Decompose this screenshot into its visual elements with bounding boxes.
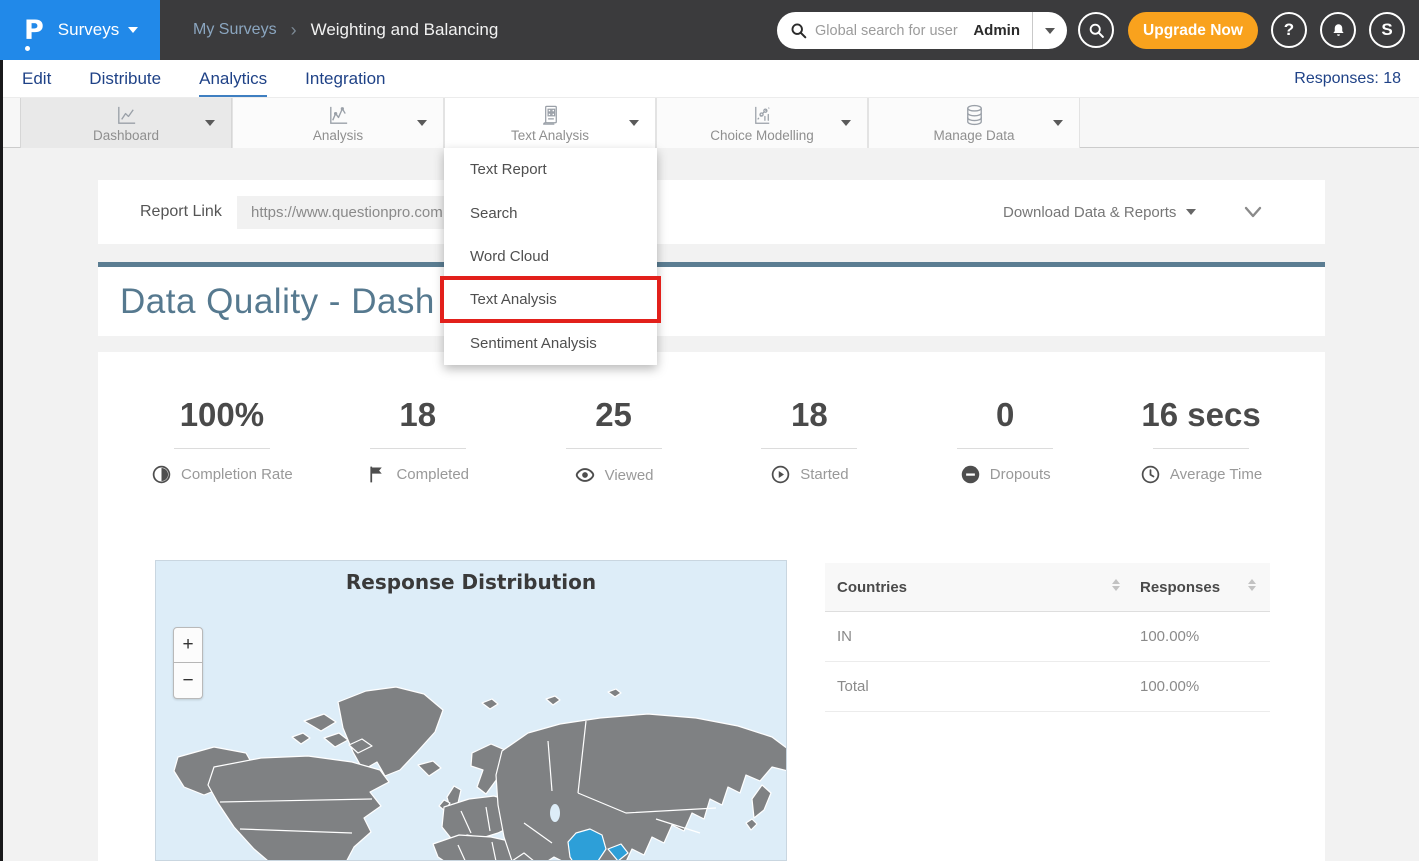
user-avatar[interactable]: S	[1369, 12, 1405, 48]
stat-completion-rate: 100% Completion Rate	[124, 394, 320, 486]
responses-total-value: 100.00%	[1140, 678, 1270, 695]
report-link-card: Report Link https://www.questionpro.com …	[98, 180, 1325, 244]
tool-tab-text-analysis[interactable]: Text Analysis	[444, 98, 656, 148]
caret-down-icon	[1053, 120, 1063, 126]
column-header-responses: Responses	[1140, 579, 1220, 596]
tab-edit[interactable]: Edit	[22, 60, 51, 97]
region-asia	[496, 714, 787, 861]
page-title: Data Quality - Dash	[120, 267, 435, 336]
countries-table-header: Countries Responses	[825, 563, 1270, 612]
play-icon	[770, 464, 791, 485]
caret-down-icon	[629, 120, 639, 126]
stats-row: 100% Completion Rate 18 Completed 25	[124, 394, 1299, 486]
tab-integration[interactable]: Integration	[305, 60, 385, 97]
download-data-reports-dropdown[interactable]: Download Data & Reports	[1003, 180, 1196, 244]
app-screen: P Surveys My Surveys › Weighting and Bal…	[0, 0, 1419, 861]
question-mark-icon: ?	[1284, 20, 1294, 40]
map-zoom-controls: + −	[173, 627, 203, 699]
header-search-button[interactable]	[1078, 12, 1114, 48]
text-report-icon	[445, 103, 655, 128]
breadcrumb-my-surveys[interactable]: My Surveys	[193, 21, 277, 39]
eye-icon	[574, 464, 596, 486]
flag-icon	[366, 464, 387, 485]
minus-icon	[960, 464, 981, 485]
response-distribution-map: Response Distribution + −	[155, 560, 787, 861]
search-scope-dropdown[interactable]	[1033, 28, 1067, 34]
table-row: IN 100.00%	[825, 612, 1270, 662]
clock-icon	[1140, 464, 1161, 485]
caret-down-icon	[841, 120, 851, 126]
global-search-bar: Admin	[777, 12, 1067, 49]
stat-viewed: 25 Viewed	[516, 394, 712, 486]
search-icon	[790, 22, 807, 39]
column-header-countries: Countries	[837, 579, 907, 596]
responses-count: Responses: 18	[1294, 60, 1401, 97]
text-analysis-menu: Text Report Search Word Cloud Text Analy…	[444, 148, 657, 365]
sort-icon[interactable]	[1110, 578, 1122, 596]
breadcrumb-separator-icon: ›	[291, 20, 297, 41]
caret-down-icon	[128, 27, 138, 33]
upgrade-now-button[interactable]: Upgrade Now	[1128, 12, 1258, 49]
menu-item-search[interactable]: Search	[444, 191, 657, 234]
countries-table: Countries Responses IN 100.00% Total	[825, 563, 1270, 712]
tool-tab-analysis[interactable]: Analysis	[232, 98, 444, 148]
country-japan	[752, 785, 771, 818]
avatar-letter: S	[1381, 20, 1392, 40]
stat-average-time: 16 secs Average Time	[1103, 394, 1299, 486]
breadcrumb: My Surveys › Weighting and Balancing	[193, 0, 498, 60]
country-code: IN	[837, 628, 852, 645]
product-menu-label: Surveys	[58, 20, 119, 40]
stat-completed: 18 Completed	[320, 394, 516, 486]
region-north-america	[208, 756, 389, 861]
surveys-product-menu[interactable]: P Surveys	[0, 0, 160, 60]
database-icon	[869, 103, 1079, 128]
report-link-label: Report Link	[140, 180, 222, 244]
tab-distribute[interactable]: Distribute	[89, 60, 161, 97]
stat-dropouts: 0 Dropouts	[907, 394, 1103, 486]
stat-started: 18 Started	[711, 394, 907, 486]
table-row-total: Total 100.00%	[825, 662, 1270, 712]
map-zoom-in-button[interactable]: +	[173, 627, 203, 663]
caret-down-icon	[1186, 209, 1196, 215]
tool-tab-dashboard[interactable]: Dashboard	[20, 98, 232, 148]
caret-down-icon	[1045, 28, 1055, 34]
analysis-chart-icon	[233, 103, 443, 128]
caret-down-icon	[417, 120, 427, 126]
tool-tab-manage-data[interactable]: Manage Data	[868, 98, 1080, 148]
dashboard-chart-icon	[21, 103, 231, 128]
map-zoom-out-button[interactable]: −	[173, 663, 203, 699]
tab-analytics[interactable]: Analytics	[199, 60, 267, 97]
caret-down-icon	[205, 120, 215, 126]
survey-nav: Edit Distribute Analytics Integration Re…	[0, 60, 1419, 97]
sort-icon[interactable]	[1246, 578, 1270, 596]
map-title: Response Distribution	[156, 570, 786, 594]
top-header: P Surveys My Surveys › Weighting and Bal…	[0, 0, 1419, 60]
analytics-toolbar: Dashboard Analysis Text Analysis Choice …	[0, 97, 1419, 148]
menu-item-text-report[interactable]: Text Report	[444, 148, 657, 191]
collapsed-sidebar-strip	[0, 60, 3, 861]
menu-item-sentiment-analysis[interactable]: Sentiment Analysis	[444, 322, 657, 365]
responses-value: 100.00%	[1140, 628, 1270, 645]
total-label: Total	[837, 678, 869, 695]
world-map[interactable]	[156, 561, 787, 861]
choice-modelling-icon	[657, 103, 867, 128]
menu-item-text-analysis[interactable]: Text Analysis	[444, 278, 657, 321]
tool-tab-choice-modelling[interactable]: Choice Modelling	[656, 98, 868, 148]
global-search-input[interactable]	[807, 23, 973, 39]
notifications-button[interactable]	[1320, 12, 1356, 48]
help-button[interactable]: ?	[1271, 12, 1307, 48]
page-title-card: Data Quality - Dash	[98, 267, 1325, 336]
questionpro-logo-icon: P	[24, 17, 44, 44]
bell-icon	[1330, 22, 1347, 39]
collapse-panel-chevron-icon[interactable]	[1241, 200, 1265, 224]
search-scope-label: Admin	[973, 22, 1032, 39]
survey-title: Weighting and Balancing	[311, 20, 499, 40]
dashboard-card: 100% Completion Rate 18 Completed 25	[98, 352, 1325, 861]
menu-item-word-cloud[interactable]: Word Cloud	[444, 235, 657, 278]
search-icon	[1088, 22, 1105, 39]
contrast-icon	[151, 464, 172, 485]
